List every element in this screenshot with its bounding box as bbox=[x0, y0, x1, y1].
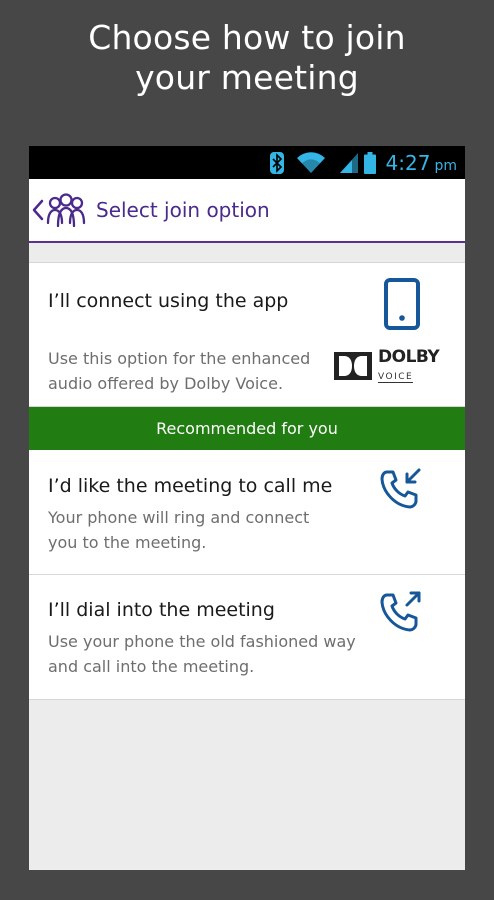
people-group-icon bbox=[46, 193, 86, 227]
bluetooth-icon bbox=[269, 151, 284, 174]
option-call-me-title: I’d like the meeting to call me bbox=[48, 475, 333, 497]
option-app[interactable]: I’ll connect using the app Use this opti… bbox=[29, 262, 465, 407]
option-dial-in[interactable]: I’ll dial into the meeting Use your phon… bbox=[29, 575, 465, 700]
mobile-phone-icon bbox=[383, 277, 421, 335]
dolby-wordmark: DOLBY bbox=[378, 347, 440, 367]
phone-screen: 4:27 pm Select join option I’ll connect u… bbox=[29, 146, 465, 870]
option-call-me[interactable]: I’d like the meeting to call me Your pho… bbox=[29, 450, 465, 575]
back-button[interactable] bbox=[32, 199, 44, 221]
option-dial-in-desc-line2: and call into the meeting. bbox=[48, 657, 255, 676]
promo-headline-line1: Choose how to join bbox=[88, 18, 406, 57]
incoming-call-icon bbox=[379, 467, 423, 515]
option-app-desc-line2: audio offered by Dolby Voice. bbox=[48, 374, 284, 393]
clock-time: 4:27 bbox=[385, 150, 431, 175]
page-title: Select join option bbox=[96, 198, 270, 222]
promo-headline: Choose how to join your meeting bbox=[0, 18, 494, 98]
battery-icon bbox=[363, 151, 376, 174]
option-call-me-desc-line1: Your phone will ring and connect bbox=[48, 508, 310, 527]
option-dial-in-desc-line1: Use your phone the old fashioned way bbox=[48, 632, 356, 651]
option-dial-in-desc: Use your phone the old fashioned way and… bbox=[48, 629, 356, 679]
dolby-icon bbox=[334, 352, 372, 380]
option-app-title: I’ll connect using the app bbox=[48, 290, 289, 312]
option-app-desc-line1: Use this option for the enhanced bbox=[48, 349, 311, 368]
recommended-banner: Recommended for you bbox=[29, 407, 465, 450]
signal-icon bbox=[339, 152, 358, 173]
dolby-voice-logo: DOLBY VOICE bbox=[334, 347, 440, 383]
app-bar: Select join option bbox=[29, 179, 465, 243]
status-bar: 4:27 pm bbox=[29, 146, 465, 179]
status-icons: 4:27 pm bbox=[269, 146, 457, 179]
outgoing-call-icon bbox=[379, 590, 423, 638]
wifi-icon bbox=[296, 151, 326, 174]
clock: 4:27 pm bbox=[386, 151, 457, 175]
chevron-left-icon bbox=[32, 199, 44, 221]
promo-headline-line2: your meeting bbox=[135, 58, 359, 97]
join-options-list: I’ll connect using the app Use this opti… bbox=[29, 262, 465, 700]
option-call-me-desc: Your phone will ring and connect you to … bbox=[48, 505, 309, 555]
dolby-voice-label: VOICE bbox=[378, 372, 414, 383]
option-call-me-desc-line2: you to the meeting. bbox=[48, 533, 207, 552]
clock-ampm: pm bbox=[434, 157, 457, 174]
option-dial-in-title: I’ll dial into the meeting bbox=[48, 599, 275, 621]
option-app-desc: Use this option for the enhanced audio o… bbox=[48, 346, 310, 396]
